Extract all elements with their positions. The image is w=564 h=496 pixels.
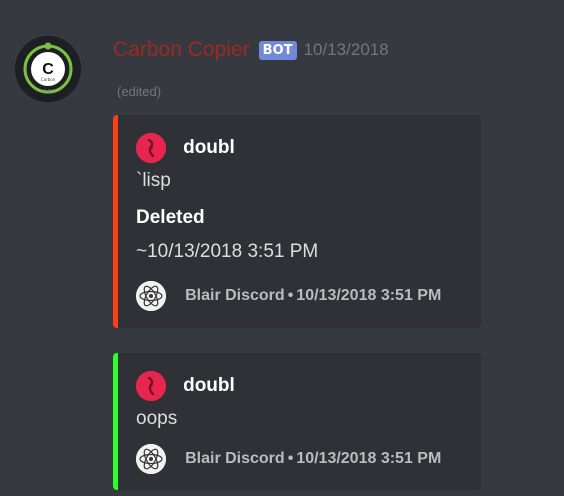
footer-timestamp: 10/13/2018 3:51 PM [296, 287, 442, 304]
atom-logo-icon [136, 444, 166, 474]
footer-server-name: Blair Discord [185, 287, 285, 304]
avatar-letter: C [42, 61, 54, 78]
footer-server-name: Blair Discord [185, 450, 285, 467]
message-header: Carbon Copier BOT 10/13/2018 [113, 38, 389, 66]
footer-separator: • [287, 450, 294, 467]
username[interactable]: Carbon Copier [113, 38, 250, 61]
message-timestamp: 10/13/2018 [303, 40, 389, 59]
embed-footer: Blair Discord • 10/13/2018 3:51 PM [136, 281, 441, 311]
embed-description: `lisp [136, 170, 171, 191]
footer-timestamp: 10/13/2018 3:51 PM [296, 450, 442, 467]
embed-footer-text: Blair Discord • 10/13/2018 3:51 PM [185, 287, 441, 305]
embed-author-name[interactable]: doubl [183, 375, 235, 397]
user-avatar-icon[interactable] [136, 371, 166, 401]
embed-field-name: Deleted [136, 207, 205, 228]
embed-deleted-message: doubl `lisp Deleted ~10/13/2018 3:51 PM … [113, 115, 481, 328]
embed-footer-text: Blair Discord • 10/13/2018 3:51 PM [185, 450, 441, 468]
embed-footer: Blair Discord • 10/13/2018 3:51 PM [136, 444, 441, 474]
avatar-number: 12.011 [41, 89, 55, 94]
embed-description: oops [136, 408, 178, 429]
embed-author-name[interactable]: doubl [183, 137, 235, 159]
atom-logo-icon [136, 281, 166, 311]
user-avatar-icon[interactable] [136, 133, 166, 163]
embed-field-value: ~10/13/2018 3:51 PM [136, 241, 319, 262]
chat-message: C Carbon 12.011 Carbon Copier BOT 10/13/… [0, 0, 564, 496]
avatar-caption: Carbon [41, 77, 56, 82]
bot-badge: BOT [258, 40, 297, 60]
footer-separator: • [287, 287, 294, 304]
edited-indicator: (edited) [117, 84, 162, 99]
embed-edited-message: doubl oops Blair Discord • 10/13/2018 3:51… [113, 353, 481, 490]
carbon-element-avatar-icon[interactable]: C Carbon 12.011 [15, 36, 81, 102]
embed-author: doubl [136, 371, 235, 401]
embed-author: doubl [136, 133, 235, 163]
